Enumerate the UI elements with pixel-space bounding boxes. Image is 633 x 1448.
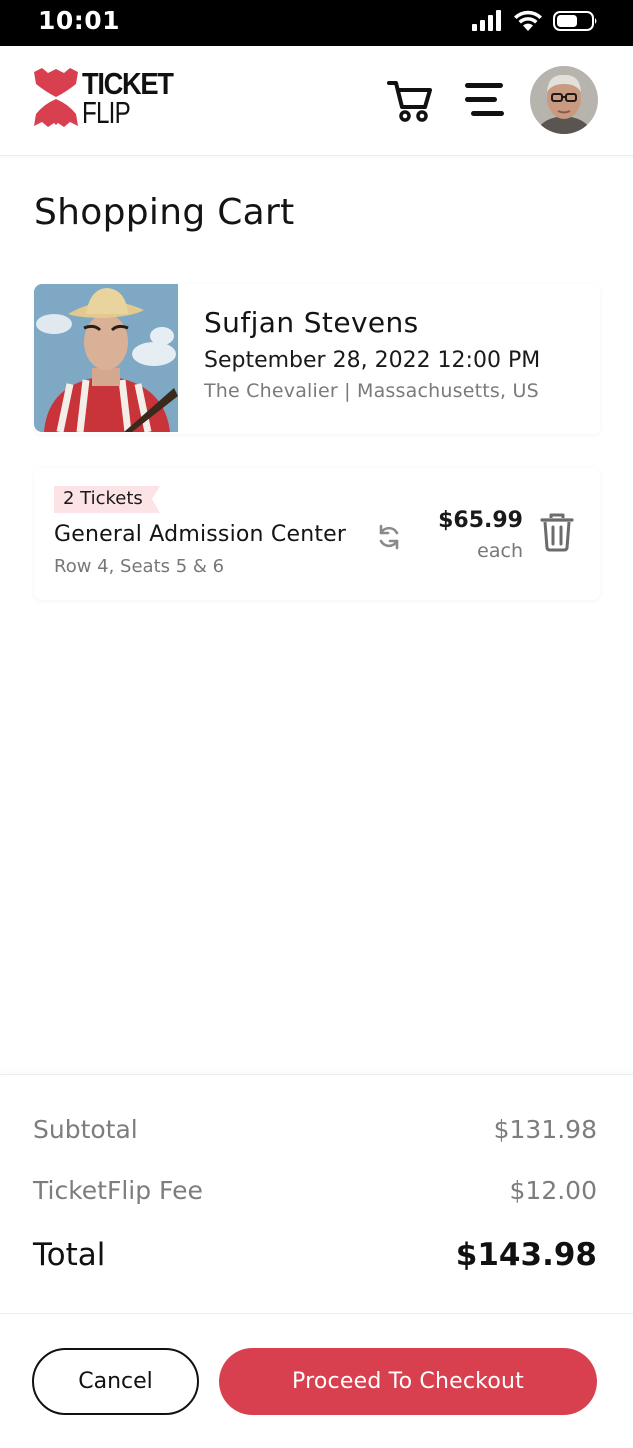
total-label: Total [33, 1237, 106, 1273]
status-bar: 10:01 [0, 0, 633, 46]
ticket-count-badge: 2 Tickets [54, 486, 160, 513]
cart-icon [387, 81, 432, 122]
avatar-photo [530, 66, 598, 134]
logo-line-2: FLIP [82, 95, 131, 130]
checkout-button[interactable]: Proceed To Checkout [219, 1348, 597, 1415]
ticket-seats: Row 4, Seats 5 & 6 [54, 556, 225, 577]
ticketflip-logo[interactable]: TICKET FLIP [32, 68, 185, 128]
subtotal-label: Subtotal [33, 1115, 138, 1144]
subtotal-row: Subtotal $131.98 [33, 1115, 597, 1144]
trash-icon [540, 513, 574, 552]
event-venue: The Chevalier | Massachusetts, US [204, 380, 539, 402]
cellular-signal-icon [472, 10, 501, 31]
ticket-card: 2 Tickets General Admission Center Row 4… [34, 468, 600, 600]
ticket-price-unit: each [477, 540, 523, 562]
battery-icon [553, 11, 597, 31]
fee-value: $12.00 [509, 1176, 597, 1205]
total-row: Total $143.98 [33, 1237, 597, 1273]
artist-photo [34, 284, 178, 432]
subtotal-value: $131.98 [493, 1115, 597, 1144]
event-card[interactable]: Sufjan Stevens September 28, 2022 12:00 … [34, 284, 600, 434]
total-value: $143.98 [455, 1237, 597, 1273]
fee-row: TicketFlip Fee $12.00 [33, 1176, 597, 1205]
order-summary: Subtotal $131.98 TicketFlip Fee $12.00 T… [0, 1074, 633, 1314]
swap-icon[interactable] [375, 523, 403, 551]
cancel-button[interactable]: Cancel [32, 1348, 199, 1415]
event-artist: Sufjan Stevens [204, 306, 419, 339]
fee-label: TicketFlip Fee [33, 1176, 203, 1205]
logo-ticket-icon [34, 68, 78, 127]
logo-wordmark: TICKET FLIP [82, 66, 185, 130]
page-title: Shopping Cart [34, 192, 295, 233]
menu-button[interactable] [462, 80, 508, 120]
event-image [34, 284, 178, 432]
cart-button[interactable] [386, 76, 434, 124]
status-icons [471, 10, 599, 32]
remove-ticket-button[interactable] [540, 512, 574, 552]
ticket-price: $65.99 [438, 508, 523, 533]
menu-icon [465, 83, 504, 116]
event-date: September 28, 2022 12:00 PM [204, 348, 541, 373]
wifi-icon [514, 10, 542, 31]
action-bar: Cancel Proceed To Checkout [0, 1314, 633, 1448]
ticket-section: General Admission Center [54, 522, 347, 547]
avatar[interactable] [530, 66, 598, 134]
logo-line-1: TICKET [82, 66, 174, 101]
app-header: TICKET FLIP [0, 46, 633, 156]
status-time: 10:01 [38, 6, 121, 35]
